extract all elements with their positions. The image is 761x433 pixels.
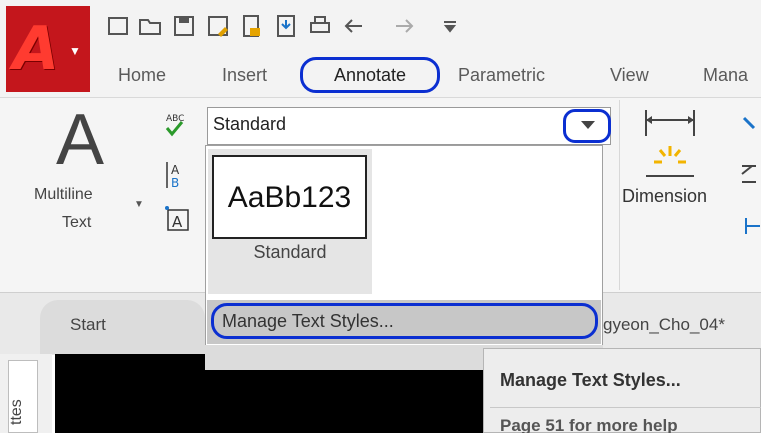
tooltip-divider [490,407,761,408]
import-icon[interactable] [240,14,264,38]
tab-home[interactable]: Home [118,60,166,90]
new-file-icon[interactable] [106,14,130,38]
multiline-text-icon[interactable]: A [56,100,116,180]
chevron-down-icon: ▼ [69,44,81,58]
tab-start[interactable] [40,300,205,354]
text-style-value[interactable]: Standard [213,114,286,135]
text-field-icon[interactable]: A B [164,160,186,190]
tooltip-description: Page 51 for more help [500,416,678,433]
app-logo: A [12,14,60,84]
tooltip-title: Manage Text Styles... [500,370,681,390]
panel-divider [619,100,620,290]
tab-start-label[interactable]: Start [70,315,106,335]
redo-icon[interactable] [392,14,416,38]
save-as-icon[interactable] [206,14,230,38]
tab-insert[interactable]: Insert [222,60,267,90]
tab-view[interactable]: View [610,60,649,90]
application-menu-button[interactable]: A ▼ [6,6,90,92]
text-frame-icon[interactable]: A [164,204,190,234]
dimension-label[interactable]: Dimension [622,186,707,207]
tab-parametric[interactable]: Parametric [458,60,545,90]
print-icon[interactable] [308,14,332,38]
multiline-text-label-2[interactable]: Text [62,214,91,232]
style-preview[interactable]: AaBb123 [212,155,367,239]
tab-manage[interactable]: Mana [703,60,748,90]
save-icon[interactable] [172,14,196,38]
dimension-tools-icon[interactable] [740,106,761,246]
tab-drawing[interactable]: gyeon_Cho_04* [603,315,725,335]
undo-icon[interactable] [342,14,366,38]
multiline-text-label[interactable]: Multiline [34,186,93,204]
open-folder-icon[interactable] [138,14,162,38]
svg-text:A: A [171,163,180,177]
svg-text:B: B [171,176,179,190]
dimension-icon[interactable] [640,106,700,184]
customize-icon[interactable] [438,14,462,38]
export-icon[interactable] [274,14,298,38]
tab-annotate[interactable]: Annotate [300,57,440,93]
chevron-down-icon[interactable] [581,121,595,129]
spell-check-icon[interactable]: ABC [164,111,186,141]
style-swatch-label[interactable]: Standard [208,242,372,263]
chevron-down-icon[interactable]: ▼ [134,199,144,210]
tool-palette-label[interactable]: ttes [8,392,38,433]
svg-text:A: A [172,213,183,231]
manage-text-styles-label[interactable]: Manage Text Styles... [222,311,394,332]
